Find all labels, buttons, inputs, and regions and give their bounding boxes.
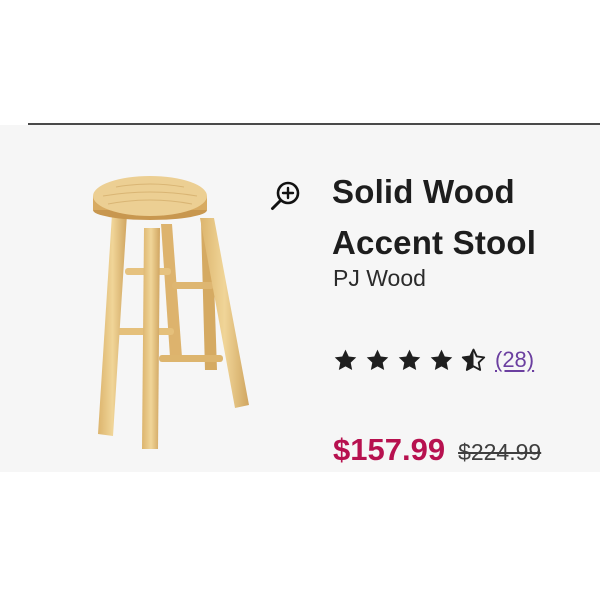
product-image[interactable] [78,166,268,451]
zoom-button[interactable] [268,178,304,214]
sale-price: $157.99 [333,432,446,467]
top-area [0,0,600,124]
star-rating[interactable]: (28) [333,342,534,378]
product-title: Solid Wood Accent Stool [332,166,582,268]
star-icon [366,349,389,370]
product-brand[interactable]: PJ Wood [333,263,426,293]
review-count-link[interactable]: (28) [495,347,534,373]
product-title-line-2: Accent Stool [332,224,537,261]
star-icon [430,349,453,370]
bottom-area [0,472,600,600]
star-icon [334,349,357,370]
price-row: $157.99 $224.99 [333,432,541,476]
original-price: $224.99 [458,439,542,465]
product-title-line-1: Solid Wood [332,173,515,210]
star-icon [398,349,421,370]
half-star-icon [461,348,486,371]
zoom-in-icon [271,181,300,210]
